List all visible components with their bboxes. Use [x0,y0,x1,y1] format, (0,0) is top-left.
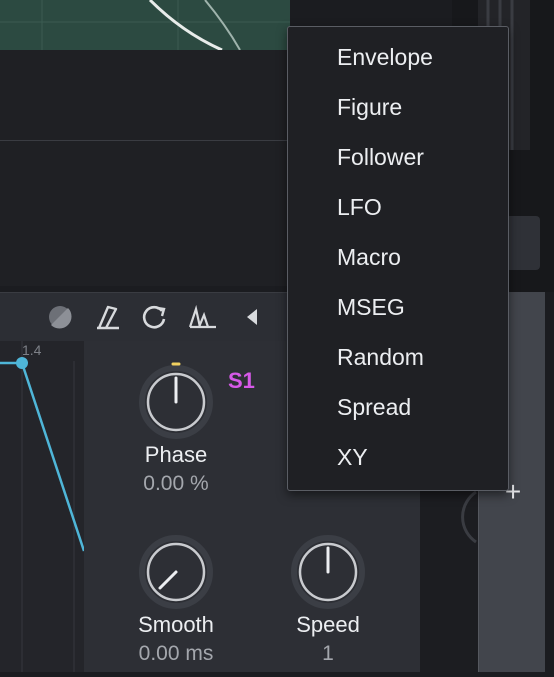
collapse-left-icon[interactable] [238,303,266,331]
menu-item-mseg[interactable]: MSEG [288,282,508,332]
phase-label: Phase [144,442,208,467]
phase-knob-dial[interactable] [136,360,216,440]
top-graph-curves [0,0,290,50]
smooth-label: Smooth [138,612,214,637]
menu-item-spread[interactable]: Spread [288,382,508,432]
modulator-type-menu: Envelope Figure Follower LFO Macro MSEG … [287,26,509,491]
menu-item-follower[interactable]: Follower [288,132,508,182]
menu-item-xy[interactable]: XY [288,432,508,482]
slot-badge: S1 [228,368,255,393]
menu-item-random[interactable]: Random [288,332,508,382]
graph-tick-label: 1.4 [22,342,42,358]
smooth-knob[interactable]: Smooth 0.00 ms [131,530,221,666]
smooth-value[interactable]: 0.00 ms [131,642,221,666]
speed-knob-dial[interactable] [288,530,368,610]
multi-peak-icon[interactable] [188,303,216,331]
modulator-toolbar [0,292,290,341]
menu-item-lfo[interactable]: LFO [288,182,508,232]
top-graph-area [0,0,290,50]
menu-item-figure[interactable]: Figure [288,82,508,132]
device-panel-lower [0,141,290,286]
speed-knob[interactable]: Speed 1 [283,530,373,666]
smooth-knob-dial[interactable] [136,530,216,610]
speed-value[interactable]: 1 [283,642,373,666]
loop-icon[interactable] [140,303,168,331]
menu-item-envelope[interactable]: Envelope [288,32,508,82]
phase-knob[interactable]: Phase 0.00 % [131,360,221,496]
modulator-graph[interactable] [0,341,84,672]
menu-item-macro[interactable]: Macro [288,232,508,282]
edit-curve-icon[interactable] [94,303,122,331]
phase-value[interactable]: 0.00 % [131,472,221,496]
speed-label: Speed [296,612,360,637]
device-panel-upper [0,50,290,141]
half-circle-icon[interactable] [46,303,74,331]
